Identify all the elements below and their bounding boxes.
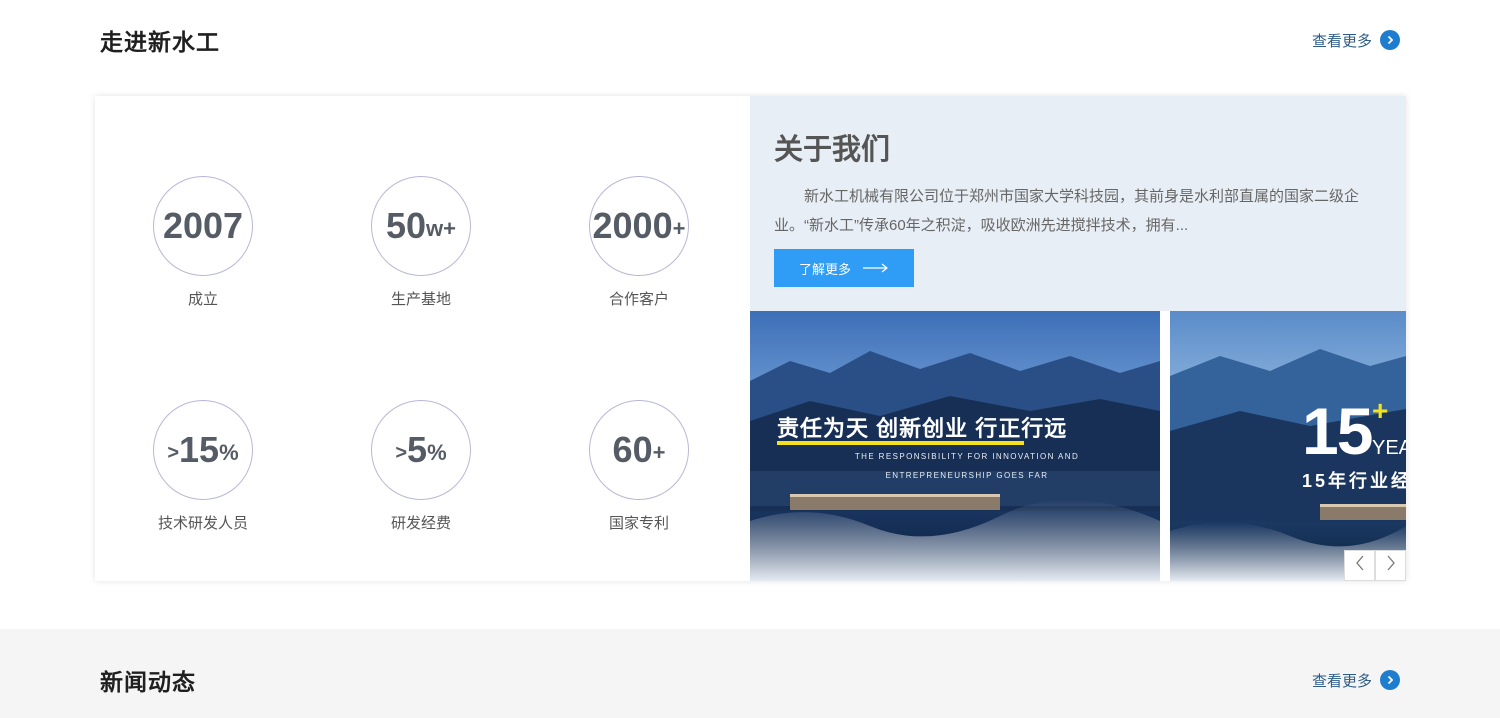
section-header-news: 新闻动态 查看更多	[100, 660, 1400, 700]
stat-value: 50	[385, 205, 427, 246]
slide-cn-text: 15年行业经	[1302, 471, 1406, 491]
chevron-right-icon	[1386, 555, 1396, 576]
learn-more-label: 了解更多	[798, 261, 851, 277]
learn-more-button[interactable]: 了解更多	[774, 249, 914, 287]
about-card: 2007 成立 50 w+ 生产基地 2000 + 合作客户 > 15 % 技术…	[95, 96, 1406, 581]
stat-value: 2000	[592, 205, 673, 246]
view-more-label: 查看更多	[1311, 32, 1372, 50]
stat-item-production-base: 50 w+ 生产基地	[341, 176, 501, 309]
stat-value: 60	[612, 429, 653, 470]
view-more-link[interactable]: 查看更多	[1312, 670, 1400, 691]
stat-value: 15	[179, 429, 220, 470]
stat-label: 研发经费	[390, 515, 451, 532]
about-us-panel: 关于我们 新水工机械有限公司位于郑州市国家大学科技园，其前身是水利部直属的国家二…	[750, 96, 1406, 311]
slide-subtitle-en: ENTREPRENEURSHIP GOES FAR	[885, 471, 1049, 480]
stat-item-patents: 60 + 国家专利	[559, 400, 719, 533]
stat-circle: > 15 %	[153, 400, 253, 500]
stats-panel: 2007 成立 50 w+ 生产基地 2000 + 合作客户 > 15 % 技术…	[95, 96, 750, 581]
stat-label: 生产基地	[390, 291, 451, 308]
stat-label: 成立	[187, 291, 218, 308]
image-carousel: 责任为天 创新创业 行正行远 THE RESPONSIBILITY FOR IN…	[750, 311, 1406, 581]
stat-circle: 60 +	[589, 400, 689, 500]
chevron-right-circle-icon	[1380, 670, 1400, 690]
stat-suffix: %	[219, 440, 239, 465]
stat-value: 5	[407, 429, 428, 470]
section-title: 走进新水工	[100, 29, 220, 55]
slide-big-number: 15	[1302, 394, 1373, 468]
stat-item-founded: 2007 成立	[123, 176, 283, 309]
section-header-about: 走进新水工 查看更多	[100, 20, 1400, 60]
view-more-link[interactable]: 查看更多	[1312, 30, 1400, 51]
section-title: 新闻动态	[100, 669, 196, 695]
stat-circle: 2000 +	[589, 176, 689, 276]
slide-years: YEARS	[1372, 437, 1406, 459]
carousel-next-button[interactable]	[1375, 550, 1406, 581]
chevron-right-circle-icon	[1380, 30, 1400, 50]
stat-item-rd-funding: > 5 % 研发经费	[341, 400, 501, 533]
stat-circle: > 5 %	[371, 400, 471, 500]
slogan-underline	[777, 441, 1024, 445]
about-description: 新水工机械有限公司位于郑州市国家大学科技园，其前身是水利部直属的国家二级企业。“…	[774, 188, 1360, 234]
about-title: 关于我们	[774, 134, 891, 166]
stat-circle: 50 w+	[371, 176, 471, 276]
stat-label: 国家专利	[608, 515, 669, 532]
carousel-slide-dam[interactable]: 责任为天 创新创业 行正行远 THE RESPONSIBILITY FOR IN…	[750, 311, 1160, 581]
page: 走进新水工 查看更多 2007 成立 50 w+ 生产基地 2000 + 合作客…	[0, 0, 1500, 718]
stat-suffix: +	[672, 216, 686, 241]
stat-suffix: %	[427, 440, 447, 465]
dam-landscape-image	[750, 311, 1160, 581]
stat-label: 合作客户	[608, 291, 669, 308]
carousel-prev-button[interactable]	[1344, 550, 1375, 581]
stat-circle: 2007	[153, 176, 253, 276]
stat-suffix: w+	[426, 216, 456, 241]
slide-plus: +	[1372, 395, 1389, 426]
stat-label: 技术研发人员	[157, 515, 248, 532]
carousel-slide-15-years[interactable]: 15 + YEARS 15年行业经	[1170, 311, 1406, 581]
stat-item-customers: 2000 + 合作客户	[559, 176, 719, 309]
view-more-label: 查看更多	[1311, 672, 1372, 690]
stat-prefix: >	[395, 441, 408, 464]
stat-suffix: +	[652, 440, 666, 465]
stat-value: 2007	[162, 205, 244, 246]
arrow-right-icon	[863, 261, 889, 276]
stat-prefix: >	[167, 441, 180, 464]
carousel-nav	[1344, 550, 1406, 581]
chevron-left-icon	[1355, 555, 1365, 576]
slide-slogan: 责任为天 创新创业 行正行远	[777, 416, 1068, 441]
slide-subtitle-en: THE RESPONSIBILITY FOR INNOVATION AND	[854, 452, 1080, 461]
stat-item-rd-staff: > 15 % 技术研发人员	[123, 400, 283, 533]
